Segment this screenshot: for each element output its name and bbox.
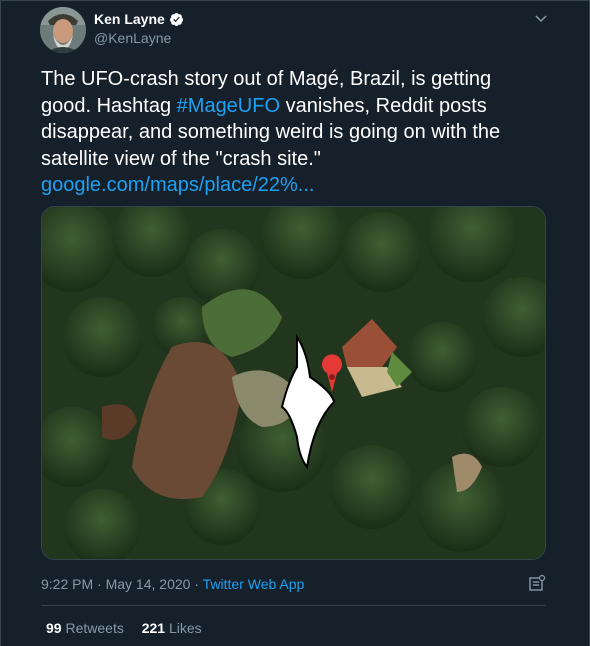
author-handle[interactable]: @KenLayne (94, 30, 184, 46)
avatar[interactable] (40, 7, 86, 53)
hashtag-link[interactable]: #MageUFO (177, 95, 280, 117)
likes-count: 221 (141, 620, 166, 636)
frame-left-border (0, 0, 1, 646)
likes-stat[interactable]: 221 Likes (142, 620, 202, 636)
frame-top-border (0, 0, 590, 1)
likes-label: Likes (168, 620, 202, 636)
tweet-stats: 99 Retweets 221 Likes (46, 620, 216, 636)
name-row: Ken Layne (94, 11, 184, 27)
tweet-time[interactable]: 9:22 PM (41, 576, 93, 592)
tweet-meta: 9:22 PM · May 14, 2020 · Twitter Web App (41, 576, 304, 592)
url-link[interactable]: google.com/maps/place/22%... (41, 174, 315, 196)
tweet-media-image[interactable] (41, 206, 546, 560)
tweet-source-link[interactable]: Twitter Web App (203, 576, 305, 592)
meta-separator: · (93, 576, 106, 592)
retweets-stat[interactable]: 99 Retweets (46, 620, 124, 636)
chevron-down-icon[interactable] (534, 12, 548, 26)
retweets-count: 99 (46, 620, 62, 636)
tweet-date[interactable]: May 14, 2020 (106, 576, 191, 592)
meta-separator: · (190, 576, 203, 592)
tweet-text: The UFO-crash story out of Magé, Brazil,… (41, 66, 541, 199)
verified-badge-icon (169, 12, 183, 26)
retweets-label: Retweets (65, 620, 124, 636)
satellite-map-image (42, 207, 545, 559)
author-name[interactable]: Ken Layne (94, 11, 165, 27)
analytics-icon[interactable] (528, 574, 546, 592)
author-block: Ken Layne @KenLayne (94, 11, 184, 46)
divider (41, 605, 546, 606)
